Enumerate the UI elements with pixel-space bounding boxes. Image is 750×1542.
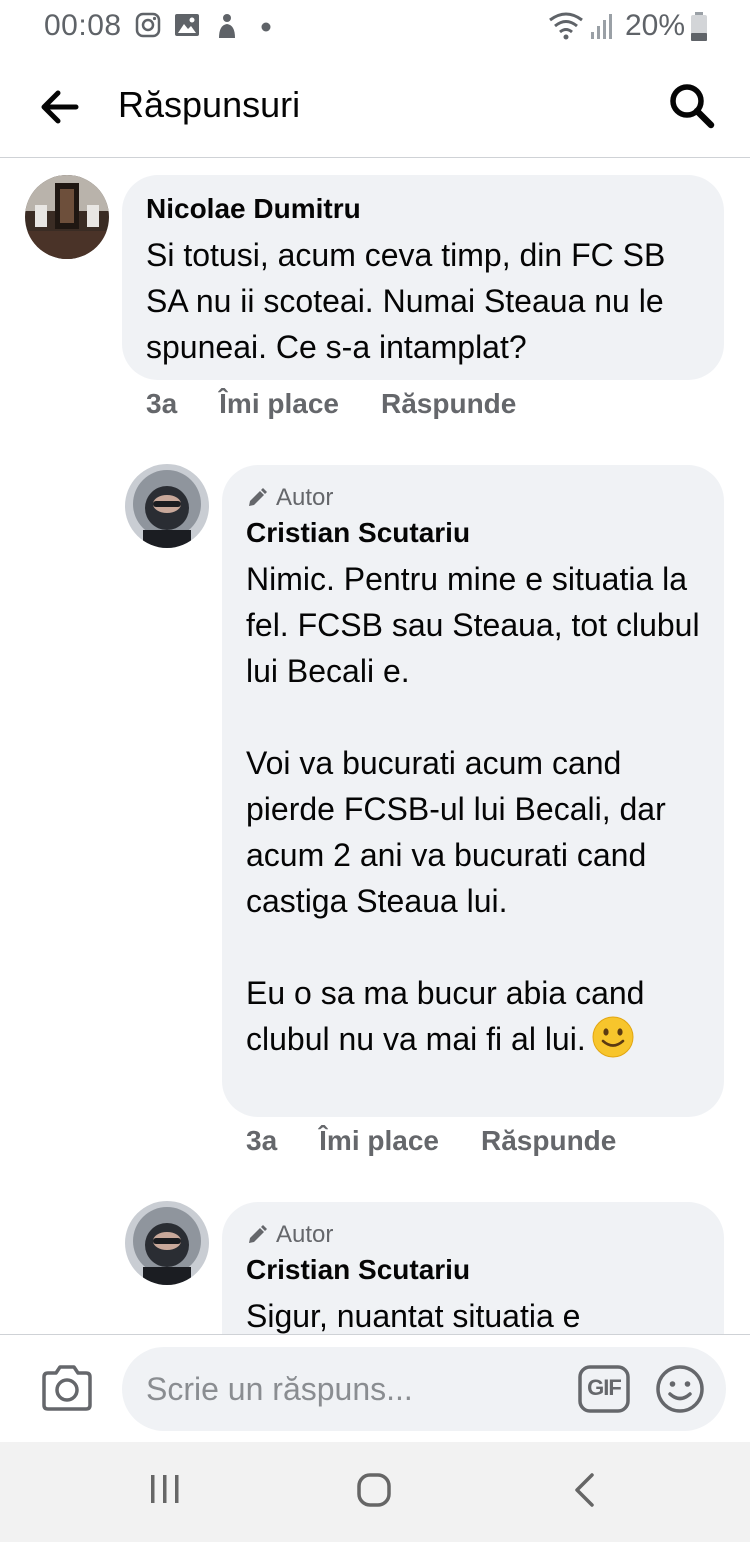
reply-button[interactable]: Răspunde <box>481 1125 616 1157</box>
comment-time: 3a <box>246 1125 278 1156</box>
like-button[interactable]: Îmi place <box>319 1125 439 1157</box>
comment-actions: 3a Îmi place Răspunde <box>146 388 558 420</box>
avatar-cristian-scutariu[interactable] <box>125 1201 209 1285</box>
status-bar: 00:08 20% <box>0 0 750 56</box>
author-badge-label: Autor <box>276 1221 334 1248</box>
gif-button[interactable]: GIF <box>578 1365 630 1413</box>
reply-button[interactable]: Răspunde <box>381 388 516 420</box>
comment-time: 3a <box>146 388 178 419</box>
camera-icon[interactable] <box>40 1361 94 1415</box>
status-time: 00:08 <box>44 9 122 42</box>
comment-text: Sigur, nuantat situatia e <box>246 1298 581 1334</box>
recent-apps-icon[interactable] <box>148 1472 182 1511</box>
dot-icon <box>260 20 272 38</box>
top-header: Răspunsuri <box>0 56 750 158</box>
like-button[interactable]: Îmi place <box>219 388 339 420</box>
instagram-icon <box>135 12 161 43</box>
gallery-icon <box>174 12 200 43</box>
search-icon[interactable] <box>666 80 718 132</box>
gif-label: GIF <box>587 1375 622 1400</box>
comment-text: Si totusi, acum ceva timp, din FC SB SA … <box>146 237 666 365</box>
signal-icon <box>590 12 614 45</box>
pencil-icon <box>249 1225 267 1243</box>
comment-bubble: Nicolae Dumitru Si totusi, acum ceva tim… <box>122 175 724 380</box>
battery-icon <box>690 12 708 47</box>
author-badge-label: Autor <box>276 484 334 511</box>
back-arrow-icon[interactable] <box>36 84 82 130</box>
comment-bubble: Autor Cristian Scutariu Nimic. Pentru mi… <box>222 465 724 1117</box>
emoji-icon[interactable] <box>654 1363 706 1415</box>
page-title: Răspunsuri <box>118 84 301 125</box>
comment-author[interactable]: Cristian Scutariu <box>246 516 700 550</box>
pencil-icon <box>249 488 267 506</box>
avatar-cristian-scutariu[interactable] <box>125 464 209 548</box>
wifi-icon <box>548 10 584 45</box>
battery-percent: 20% <box>625 9 686 42</box>
comment-author[interactable]: Cristian Scutariu <box>246 1253 700 1287</box>
system-back-icon[interactable] <box>570 1472 600 1513</box>
author-badge: Autor <box>246 1220 700 1250</box>
reply-composer: GIF <box>0 1334 750 1442</box>
comment-text: Nimic. Pentru mine e situatia la fel. FC… <box>246 561 700 1057</box>
comment-actions: 3a Îmi place Răspunde <box>246 1125 658 1157</box>
system-nav-bar <box>0 1442 750 1542</box>
comment-author[interactable]: Nicolae Dumitru <box>146 192 700 226</box>
author-badge: Autor <box>246 483 700 513</box>
notification-icon <box>214 12 240 45</box>
home-icon[interactable] <box>356 1472 392 1513</box>
avatar-nicolae-dumitru[interactable] <box>25 175 109 259</box>
smile-emoji-icon <box>592 1016 634 1058</box>
reply-input[interactable] <box>122 1347 726 1431</box>
